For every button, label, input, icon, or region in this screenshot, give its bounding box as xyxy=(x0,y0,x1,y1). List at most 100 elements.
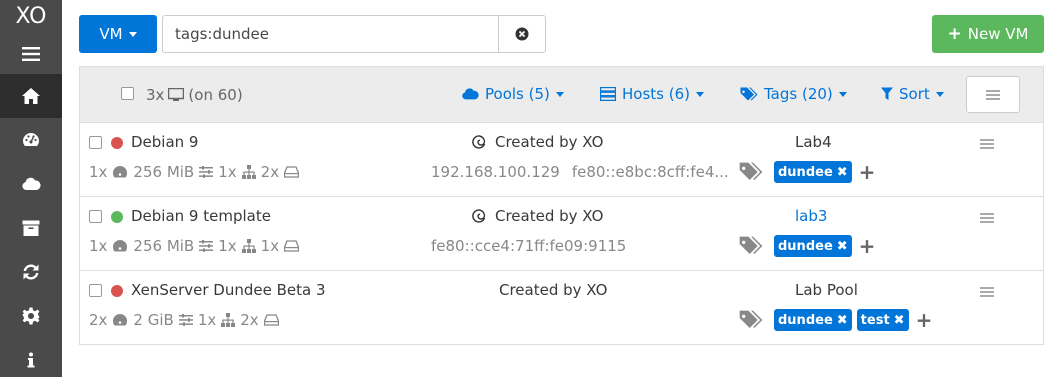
tags-icon xyxy=(739,236,763,254)
table-row[interactable]: Debian 9 template Created by XO 1x 256 M… xyxy=(80,197,1043,271)
memory-size: 2 GiB xyxy=(133,311,174,329)
row-actions-menu[interactable] xyxy=(980,139,994,149)
add-tag-icon[interactable]: + xyxy=(859,160,876,184)
table-header: 3x (on 60) Pools (5) Hosts (6) Tags (20) xyxy=(80,67,1043,123)
caret-down-icon xyxy=(935,91,944,97)
vm-resources: 1x 256 MiB 1x 2x xyxy=(89,163,300,181)
creator-label: Created by XO xyxy=(495,133,604,151)
count-label: 3x xyxy=(146,86,165,104)
table-row[interactable]: Debian 9 Created by XO 1x 256 MiB 1x 2x … xyxy=(80,123,1043,197)
hosts-filter-label: Hosts (6) xyxy=(622,85,690,103)
sliders-icon xyxy=(178,314,193,326)
home-icon[interactable] xyxy=(0,74,62,118)
sort-dropdown[interactable]: Sort xyxy=(881,85,944,103)
count-total: (on 60) xyxy=(188,86,243,104)
status-dot xyxy=(111,211,123,223)
tags-icon xyxy=(739,310,763,328)
vm-host: Lab Pool xyxy=(795,281,858,299)
tags-filter-label: Tags (20) xyxy=(764,85,833,103)
vm-creator: Created by XO xyxy=(471,207,603,225)
vm-host: Lab4 xyxy=(795,133,832,151)
network-icon xyxy=(241,165,256,179)
vm-tags: dundee ✖ + xyxy=(739,160,875,184)
remove-tag-icon[interactable]: ✖ xyxy=(837,165,848,180)
vm-name[interactable]: XenServer Dundee Beta 3 xyxy=(131,281,326,299)
network-count: 1x xyxy=(197,311,217,329)
add-tag-icon[interactable]: + xyxy=(859,234,876,258)
disk-count: 2x xyxy=(240,311,259,329)
memory-size: 256 MiB xyxy=(133,237,195,255)
info-icon[interactable] xyxy=(0,338,62,382)
ip-address: fe80::cce4:71ff:fe09:9115 xyxy=(431,237,627,255)
tag-badge[interactable]: dundee ✖ xyxy=(774,309,852,331)
cpu-icon xyxy=(113,240,128,252)
tag-badge[interactable]: dundee ✖ xyxy=(774,235,852,257)
debian-icon xyxy=(472,209,486,223)
pools-filter-label: Pools (5) xyxy=(485,85,550,103)
sidebar: XO xyxy=(0,0,62,377)
tag-badge[interactable]: test ✖ xyxy=(856,309,909,331)
hosts-filter-dropdown[interactable]: Hosts (6) xyxy=(600,85,704,103)
vm-tags: dundee ✖ test ✖ + xyxy=(739,308,932,332)
sliders-icon xyxy=(199,166,214,178)
archive-icon[interactable] xyxy=(0,206,62,250)
tags-icon xyxy=(739,162,763,180)
memory-size: 256 MiB xyxy=(133,163,195,181)
refresh-icon[interactable] xyxy=(0,250,62,294)
row-checkbox[interactable] xyxy=(89,284,102,297)
table-row[interactable]: XenServer Dundee Beta 3 Created by XO 2x… xyxy=(80,271,1043,344)
row-actions-menu[interactable] xyxy=(980,287,994,297)
plus-icon: + xyxy=(947,24,962,44)
type-dropdown-button[interactable]: VM xyxy=(79,15,157,53)
vm-name[interactable]: Debian 9 template xyxy=(131,207,271,225)
remove-tag-icon[interactable]: ✖ xyxy=(837,313,848,328)
tags-filter-dropdown[interactable]: Tags (20) xyxy=(740,85,847,103)
remove-tag-icon[interactable]: ✖ xyxy=(894,313,905,328)
xo-logo[interactable]: XO xyxy=(0,0,62,34)
vm-resources: 1x 256 MiB 1x 1x xyxy=(89,237,300,255)
tag-label: dundee xyxy=(778,312,833,328)
tag-label: dundee xyxy=(778,238,833,254)
type-dropdown-label: VM xyxy=(99,25,123,43)
row-checkbox[interactable] xyxy=(89,136,102,149)
new-vm-button[interactable]: + New VM xyxy=(932,15,1044,53)
network-icon xyxy=(221,313,236,327)
select-all-checkbox[interactable] xyxy=(121,87,134,100)
desktop-icon xyxy=(168,88,185,101)
network-count: 1x xyxy=(218,163,237,181)
toolbar: VM tags:dundee + New VM xyxy=(79,15,1044,53)
cpu-icon xyxy=(113,314,128,326)
clear-search-button[interactable] xyxy=(498,15,546,53)
vm-ip-addresses: 192.168.100.129 fe80::e8bc:8cff:fe4... xyxy=(431,163,741,181)
settings-icon[interactable] xyxy=(0,294,62,338)
tag-badge[interactable]: dundee ✖ xyxy=(774,161,852,183)
vm-name[interactable]: Debian 9 xyxy=(131,133,198,151)
status-dot xyxy=(111,285,123,297)
pools-filter-dropdown[interactable]: Pools (5) xyxy=(461,85,564,103)
caret-down-icon xyxy=(838,91,847,97)
row-checkbox[interactable] xyxy=(89,210,102,223)
tag-label: test xyxy=(860,312,890,328)
vm-host-link[interactable]: lab3 xyxy=(795,207,827,225)
disk-icon xyxy=(284,166,300,178)
tags-icon xyxy=(740,87,758,100)
bulk-actions-button[interactable] xyxy=(966,76,1020,113)
remove-tag-icon[interactable]: ✖ xyxy=(837,239,848,254)
creator-label: Created by XO xyxy=(499,281,608,299)
cpu-count: 1x xyxy=(89,237,108,255)
row-actions-menu[interactable] xyxy=(980,213,994,223)
vm-table: 3x (on 60) Pools (5) Hosts (6) Tags (20) xyxy=(79,66,1044,345)
server-icon xyxy=(600,87,616,101)
cpu-count: 1x xyxy=(89,163,108,181)
menu-icon[interactable] xyxy=(0,34,62,74)
search-input[interactable]: tags:dundee xyxy=(162,15,499,53)
caret-down-icon xyxy=(695,91,704,97)
filter-icon xyxy=(881,87,893,100)
cloud-icon xyxy=(462,88,479,100)
sort-label: Sort xyxy=(899,85,930,103)
cloud-icon[interactable] xyxy=(0,162,62,206)
caret-down-icon xyxy=(128,31,137,37)
dashboard-icon[interactable] xyxy=(0,118,62,162)
disk-icon xyxy=(284,240,300,252)
add-tag-icon[interactable]: + xyxy=(916,308,933,332)
